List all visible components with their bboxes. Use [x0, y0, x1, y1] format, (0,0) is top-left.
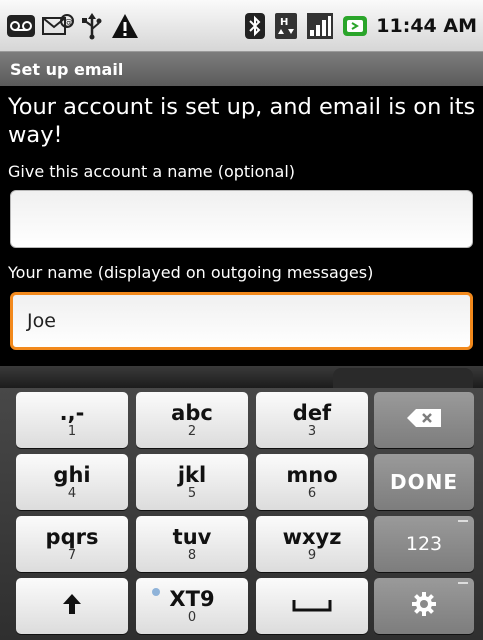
signal-icon	[306, 11, 334, 41]
usb-icon	[80, 11, 104, 41]
account-name-label: Give this account a name (optional)	[8, 162, 296, 181]
backspace-icon	[406, 408, 442, 432]
svg-text:@: @	[64, 18, 73, 28]
key-8-tuv[interactable]: tuv 8	[136, 516, 248, 572]
backspace-key[interactable]	[374, 392, 474, 448]
battery-icon	[342, 11, 368, 41]
svg-text:H: H	[280, 17, 288, 28]
bluetooth-icon	[244, 11, 266, 41]
your-name-value: Joe	[27, 310, 56, 332]
xt9-indicator-dot	[152, 588, 160, 596]
setup-complete-heading: Your account is set up, and email is on …	[8, 94, 476, 148]
done-key[interactable]: DONE	[374, 454, 474, 510]
key-6-mno[interactable]: mno 6	[256, 454, 368, 510]
setup-form: Your account is set up, and email is on …	[0, 86, 483, 149]
space-bar-icon	[292, 597, 332, 616]
voicemail-icon	[6, 11, 36, 41]
phone-keypad-keyboard: .,- 1 abc 2 def 3 ghi 4 jkl 5 mno 6 DONE…	[0, 366, 483, 640]
key-4-ghi[interactable]: ghi 4	[16, 454, 128, 510]
key-1-punctuation[interactable]: .,- 1	[16, 392, 128, 448]
shift-key[interactable]	[16, 578, 128, 634]
settings-gear-icon	[411, 591, 437, 621]
email-notification-icon: @	[42, 11, 74, 41]
space-key[interactable]	[256, 578, 368, 634]
shift-arrow-icon	[62, 593, 82, 619]
xt9-key[interactable]: XT9 0	[136, 578, 248, 634]
activity-title-bar: Set up email	[0, 52, 483, 86]
key-3-def[interactable]: def 3	[256, 392, 368, 448]
numbers-mode-key[interactable]: 123	[374, 516, 474, 572]
your-name-label: Your name (displayed on outgoing message…	[8, 263, 374, 282]
account-name-input[interactable]	[10, 190, 473, 248]
key-9-wxyz[interactable]: wxyz 9	[256, 516, 368, 572]
clock: 11:44 AM	[376, 14, 477, 37]
hspa-data-icon: H	[274, 11, 298, 41]
key-5-jkl[interactable]: jkl 5	[136, 454, 248, 510]
settings-key[interactable]	[374, 578, 474, 634]
warning-icon	[110, 11, 140, 41]
status-bar: @ H 11:44 AM	[0, 0, 483, 52]
key-2-abc[interactable]: abc 2	[136, 392, 248, 448]
key-7-pqrs[interactable]: pqrs 7	[16, 516, 128, 572]
your-name-input[interactable]: Joe	[10, 292, 473, 350]
page-title: Set up email	[10, 59, 124, 79]
keyboard-suggestion-strip	[0, 366, 483, 388]
